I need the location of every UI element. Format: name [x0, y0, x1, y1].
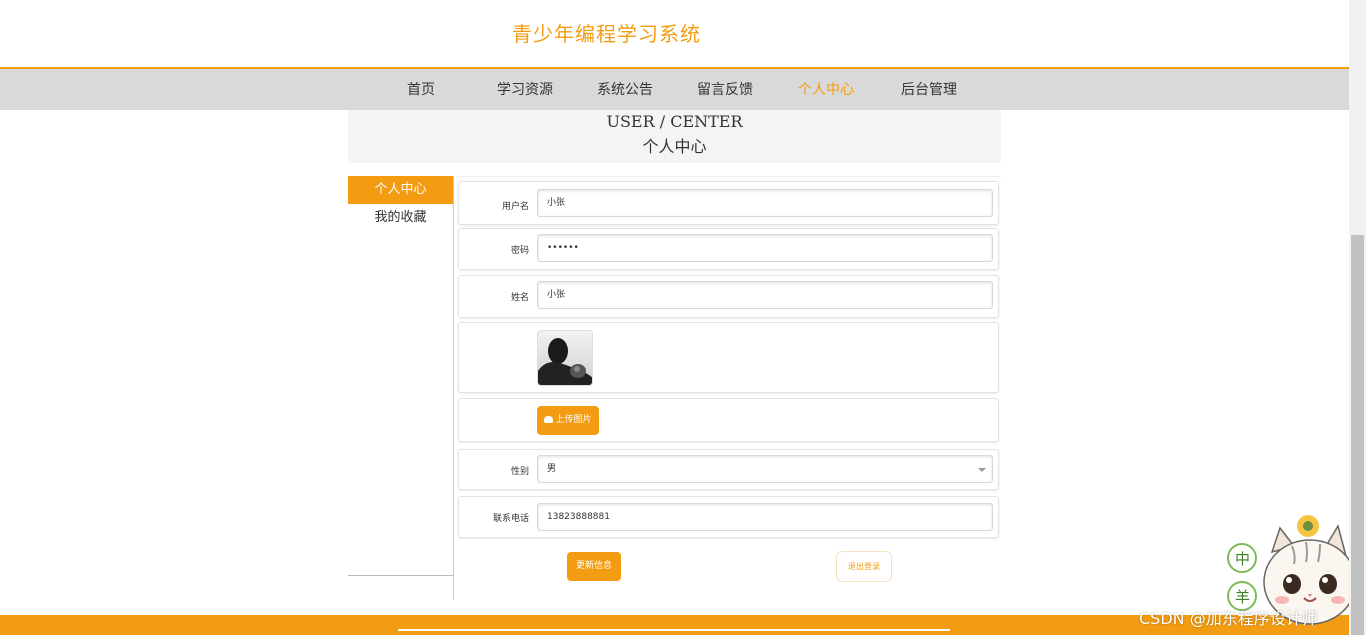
scrollbar-thumb[interactable] — [1351, 235, 1364, 635]
logout-button[interactable]: 退出登录 — [836, 551, 892, 582]
update-info-button[interactable]: 更新信息 — [567, 552, 621, 581]
nav-item-admin[interactable]: 后台管理 — [901, 79, 957, 99]
nav-item-feedback[interactable]: 留言反馈 — [697, 79, 753, 99]
cloud-upload-icon — [544, 416, 554, 423]
form-row-name: 姓名 小张 — [458, 275, 999, 318]
nav-item-home[interactable]: 首页 — [407, 79, 435, 99]
side-item-favorites[interactable]: 我的收藏 — [348, 204, 453, 232]
avatar-image — [537, 330, 593, 386]
name-label: 姓名 — [510, 293, 529, 303]
name-input[interactable]: 小张 — [537, 281, 993, 309]
gender-select[interactable]: 男 — [537, 455, 993, 483]
main-nav: 首页 学习资源 系统公告 留言反馈 个人中心 后台管理 — [0, 67, 1349, 110]
phone-input[interactable]: 13823888881 — [537, 503, 993, 531]
site-title[interactable]: 青少年编程学习系统 — [512, 18, 701, 47]
gender-label: 性别 — [510, 467, 529, 477]
phone-label: 联系电话 — [492, 514, 529, 524]
page: 青少年编程学习系统 首页 学习资源 系统公告 留言反馈 个人中心 后台管理 US… — [0, 0, 1366, 635]
password-input[interactable]: •••••• — [537, 234, 993, 262]
side-item-user-center[interactable]: 个人中心 — [348, 176, 453, 204]
form-row-phone: 联系电话 13823888881 — [458, 496, 999, 538]
footer-divider — [398, 629, 950, 631]
section-title-cn: 个人中心 — [642, 137, 707, 156]
chevron-down-icon — [978, 468, 986, 472]
page-scrollbar[interactable] — [1349, 0, 1366, 635]
csdn-watermark: CSDN @加东程序设计师 — [1139, 609, 1318, 628]
svg-text:中: 中 — [1235, 550, 1250, 568]
svg-text:羊: 羊 — [1235, 588, 1250, 606]
password-label: 密码 — [510, 246, 529, 256]
form-row-upload: 上传图片 — [458, 398, 999, 442]
gender-selected-value: 男 — [547, 464, 557, 474]
upload-image-button[interactable]: 上传图片 — [537, 406, 599, 435]
upload-button-label: 上传图片 — [555, 415, 592, 425]
username-input[interactable]: 小张 — [537, 189, 993, 217]
form-row-password: 密码 •••••• — [458, 228, 999, 270]
section-heading: USER / CENTER 个人中心 — [348, 110, 1001, 163]
nav-item-resources[interactable]: 学习资源 — [497, 79, 553, 99]
form-row-gender: 性别 男 — [458, 449, 999, 490]
nav-item-announcements[interactable]: 系统公告 — [597, 79, 653, 99]
side-menu: 个人中心 我的收藏 — [348, 176, 453, 576]
nav-item-user-center[interactable]: 个人中心 — [798, 79, 854, 99]
username-label: 用户名 — [501, 202, 529, 212]
section-title-en: USER / CENTER — [606, 112, 743, 131]
site-header: 青少年编程学习系统 — [0, 0, 1349, 67]
profile-form: 用户名 小张 密码 •••••• 姓名 小张 上传图片 性别 男 联系电话 13… — [453, 176, 1001, 600]
form-row-avatar — [458, 322, 999, 393]
form-row-username: 用户名 小张 — [458, 181, 999, 225]
